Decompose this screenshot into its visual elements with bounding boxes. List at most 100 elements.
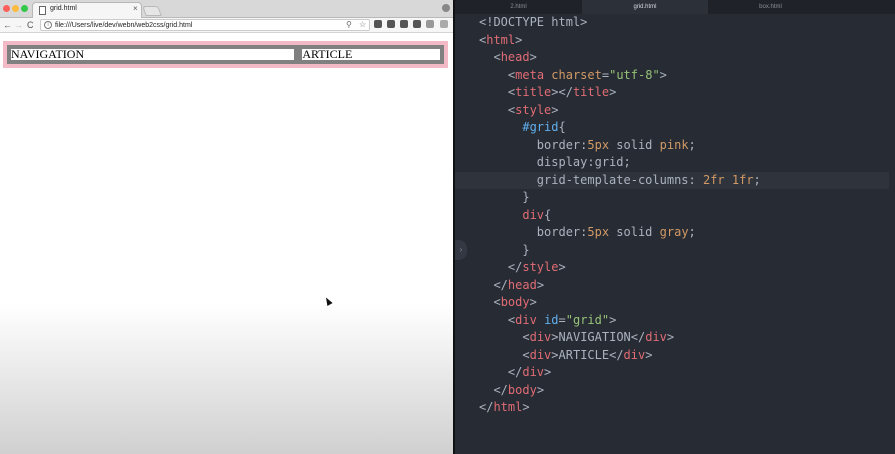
code-token: div <box>645 330 667 344</box>
code-token: #grid <box>522 120 559 134</box>
code-token: pink <box>659 137 689 152</box>
code-token: > <box>522 400 530 414</box>
menu-icon[interactable] <box>440 20 448 28</box>
code-line: <meta charset="utf-8"> <box>479 67 889 85</box>
forward-icon[interactable]: → <box>14 19 23 31</box>
code-area[interactable]: <!DOCTYPE html> <html> <head> <meta char… <box>455 14 889 417</box>
code-token: ; <box>688 137 696 152</box>
code-token: > <box>515 32 523 47</box>
code-line: </body> <box>479 382 889 400</box>
reload-icon[interactable]: C <box>27 19 34 31</box>
zoom-icon[interactable]: ⚲ <box>346 19 352 31</box>
code-token: > <box>544 365 552 379</box>
browser-toolbar: ← → C i file:///Users/live/dev/webn/web2… <box>0 18 453 33</box>
browser-tab-grid[interactable]: grid.html × <box>32 2 142 18</box>
code-token: > <box>659 67 667 82</box>
code-token: display:grid; <box>536 155 631 169</box>
extension-icon[interactable] <box>413 20 421 28</box>
code-token: border: <box>536 225 588 239</box>
code-token: </ <box>493 277 508 292</box>
code-token: > <box>529 295 537 309</box>
code-token: solid <box>609 137 660 152</box>
code-line: } <box>479 189 889 207</box>
code-token: div <box>522 207 545 222</box>
code-token: { <box>558 120 566 134</box>
code-token: "utf-8" <box>609 67 660 82</box>
code-token: style <box>515 102 552 117</box>
code-line: #grid{ <box>479 119 889 137</box>
url-text[interactable]: file:///Users/live/dev/webn/web2css/grid… <box>55 20 192 31</box>
extension-icon[interactable] <box>400 20 408 28</box>
code-token: </ <box>609 347 624 362</box>
code-token: head <box>507 277 537 292</box>
code-line: <style> <box>479 102 889 120</box>
extension-icon[interactable] <box>426 20 434 28</box>
grid-container: NAVIGATION ARTICLE <box>3 41 448 68</box>
code-line: <div id="grid"> <box>479 312 889 330</box>
code-line: div{ <box>479 207 889 225</box>
code-line: } <box>479 242 889 260</box>
zoom-window-button[interactable] <box>21 5 28 12</box>
browser-tab-title: grid.html <box>50 5 77 12</box>
code-token: 5px <box>587 225 610 239</box>
code-token: div <box>522 365 545 379</box>
code-token: </ <box>493 382 508 397</box>
code-token: > <box>529 50 537 64</box>
code-line: border:5px solid pink; <box>479 137 889 155</box>
code-token: style <box>522 260 559 274</box>
code-editor: 2.html grid.html box.html › <!DOCTYPE ht… <box>455 0 895 454</box>
code-token: div <box>623 347 646 362</box>
code-line-current: grid-template-columns: 2fr 1fr; <box>455 171 889 189</box>
code-line: </div> <box>479 364 889 382</box>
tab-2-html[interactable]: 2.html <box>455 0 582 14</box>
code-token: = <box>601 67 610 82</box>
code-token: < <box>522 330 530 344</box>
gutter-chevron-icon[interactable]: › <box>455 240 467 260</box>
code-line: <div>ARTICLE</div> <box>479 347 889 365</box>
code-token: head <box>500 50 530 64</box>
code-token: > <box>609 85 617 99</box>
info-icon[interactable]: i <box>44 21 52 29</box>
tab-box-html[interactable]: box.html <box>708 0 833 14</box>
star-icon[interactable]: ☆ <box>359 19 366 31</box>
code-token: > <box>551 102 559 117</box>
close-window-button[interactable] <box>3 5 10 12</box>
profile-icon[interactable] <box>442 4 450 12</box>
code-token: } <box>522 190 530 204</box>
back-icon[interactable]: ← <box>3 19 12 31</box>
minimize-window-button[interactable] <box>12 5 19 12</box>
code-token: < <box>522 347 530 362</box>
code-token: title <box>515 85 552 99</box>
extension-icon[interactable] <box>374 20 382 28</box>
code-token: title <box>572 85 610 99</box>
code-line: <!DOCTYPE html> <box>479 14 889 32</box>
code-token: ></ <box>551 85 573 99</box>
code-line: <head> <box>479 49 889 67</box>
code-line: </head> <box>479 277 889 295</box>
cursor-icon <box>323 296 333 306</box>
code-token: </ <box>479 400 494 414</box>
code-token: gray <box>659 225 689 239</box>
code-token: id <box>544 312 559 327</box>
code-token: meta <box>515 67 545 82</box>
code-token: div <box>529 347 552 362</box>
code-token: solid <box>609 225 660 239</box>
page-viewport: NAVIGATION ARTICLE <box>0 34 453 454</box>
code-token: = <box>558 312 566 327</box>
code-line: border:5px solid gray; <box>479 224 889 242</box>
code-token: > <box>536 382 545 397</box>
tab-grid-html[interactable]: grid.html <box>582 0 708 14</box>
code-line: <div>NAVIGATION</div> <box>479 329 889 347</box>
address-bar[interactable]: i file:///Users/live/dev/webn/web2css/gr… <box>40 19 370 31</box>
code-token: "grid" <box>565 312 610 327</box>
new-tab-button[interactable] <box>142 6 162 16</box>
document-icon <box>39 6 46 15</box>
close-icon[interactable]: × <box>133 4 138 13</box>
code-token: > <box>558 260 566 274</box>
extension-icon[interactable] <box>387 20 395 28</box>
code-token: NAVIGATION <box>558 330 631 344</box>
navigation-cell: NAVIGATION <box>7 45 299 64</box>
code-line: <body> <box>479 294 889 312</box>
code-token: 5px <box>587 137 610 152</box>
